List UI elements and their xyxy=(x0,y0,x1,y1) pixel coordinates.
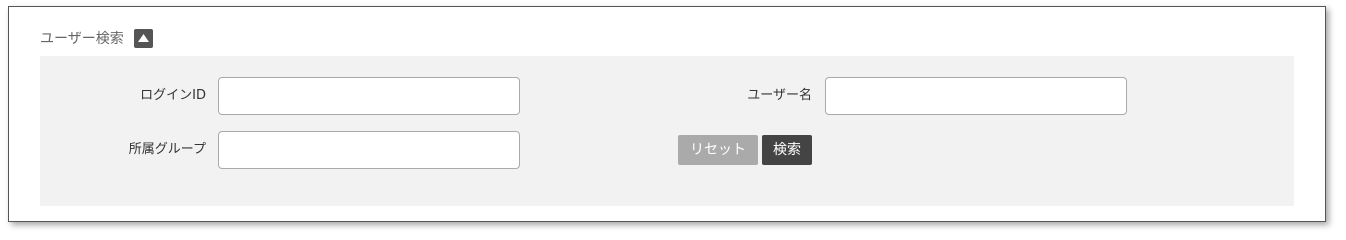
panel-title: ユーザー検索 xyxy=(40,31,124,47)
group-input[interactable] xyxy=(218,131,520,169)
login-id-input[interactable] xyxy=(218,77,520,115)
user-search-panel: ユーザー検索 ログインID ユーザー名 所属グループ リセット 検索 xyxy=(8,6,1326,222)
search-button[interactable]: 検索 xyxy=(762,135,812,165)
group-label: 所属グループ xyxy=(128,142,206,157)
user-name-label: ユーザー名 xyxy=(747,88,812,103)
collapse-button[interactable] xyxy=(133,28,153,48)
reset-button[interactable]: リセット xyxy=(678,135,758,165)
triangle-up-icon xyxy=(137,34,149,42)
search-form: ログインID ユーザー名 所属グループ リセット 検索 xyxy=(40,56,1294,206)
panel-header: ユーザー検索 xyxy=(40,27,153,49)
user-name-input[interactable] xyxy=(825,77,1127,115)
login-id-label: ログインID xyxy=(140,88,206,103)
